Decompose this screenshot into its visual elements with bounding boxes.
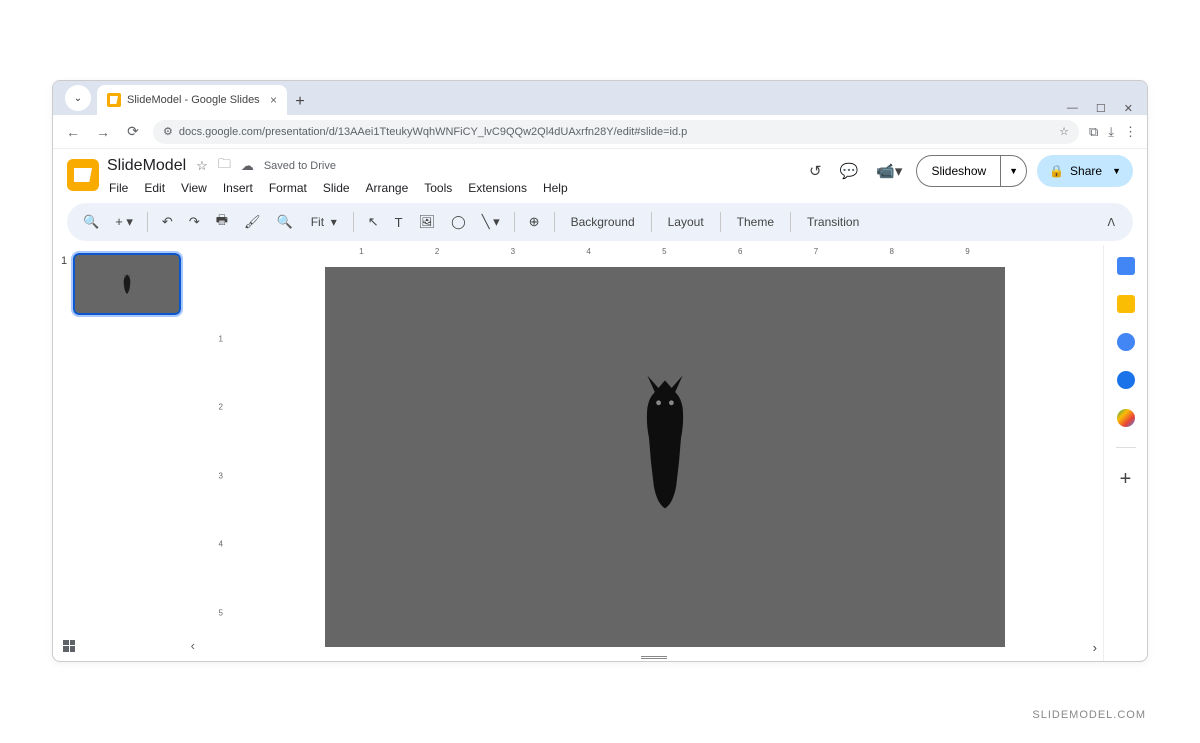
address-bar: ← → ⟳ ⚙ docs.google.com/presentation/d/1… [53,115,1147,149]
background-button[interactable]: Background [563,211,643,233]
prev-slide-icon[interactable]: ‹ [191,638,195,653]
menu-extensions[interactable]: Extensions [466,179,529,197]
slideshow-main[interactable]: Slideshow [917,156,1001,186]
move-icon[interactable]: 🗀 [218,155,231,177]
shape-tool[interactable]: ◯ [445,210,472,234]
slideshow-dropdown[interactable]: ▼ [1001,166,1026,176]
url-input[interactable]: ⚙ docs.google.com/presentation/d/13AAei1… [153,120,1079,144]
menu-slide[interactable]: Slide [321,179,352,197]
browser-menu-icon[interactable]: ⋮ [1124,124,1137,140]
back-button[interactable]: ← [63,124,83,140]
vertical-ruler[interactable]: 1 2 3 4 5 [205,263,235,643]
save-status: Saved to Drive [264,160,336,172]
add-on-icon[interactable]: + [1120,468,1132,491]
minimize-button[interactable]: — [1067,102,1078,115]
maps-icon[interactable] [1117,409,1135,427]
history-icon[interactable]: ↺ [805,158,826,184]
forward-button[interactable]: → [93,124,113,140]
close-tab-icon[interactable]: × [270,93,277,107]
redo-button[interactable]: ↷ [183,210,206,234]
window-controls: — ☐ ✕ [1067,102,1147,115]
layout-button[interactable]: Layout [660,211,712,233]
site-info-icon[interactable]: ⚙ [163,125,173,138]
comment-tool[interactable]: ⊕ [523,210,546,234]
side-panel: + [1103,245,1147,661]
thumbnail-item[interactable]: 1 [61,253,197,315]
share-button[interactable]: 🔒 Share ▼ [1037,155,1133,187]
watermark: SLIDEMODEL.COM [1032,709,1146,721]
menu-edit[interactable]: Edit [142,179,167,197]
grid-view-icon[interactable] [63,640,75,652]
tasks-icon[interactable] [1117,333,1135,351]
image-tool[interactable]: 🖼 [413,210,442,234]
downloads-icon[interactable]: ⤓ [1108,124,1114,140]
slide-number: 1 [61,253,67,315]
bookmark-star-icon[interactable]: ☆ [1059,125,1069,138]
contacts-icon[interactable] [1117,371,1135,389]
browser-tab[interactable]: SlideModel - Google Slides × [97,85,287,115]
slides-favicon [107,93,121,107]
speaker-notes-handle[interactable] [641,656,667,659]
url-text: docs.google.com/presentation/d/13AAei1Tt… [179,126,687,138]
menu-tools[interactable]: Tools [422,179,454,197]
print-button[interactable]: 🖶 [210,207,234,237]
paint-format-button[interactable]: 🖌 [238,210,267,234]
canvas-area: 1 2 3 4 5 6 7 8 9 1 2 3 4 5 [205,245,1103,661]
menu-help[interactable]: Help [541,179,570,197]
cat-image[interactable] [625,372,705,512]
collapse-toolbar-icon[interactable]: ᐱ [1099,212,1123,233]
extensions-icon[interactable]: ⧉ [1089,124,1098,140]
calendar-icon[interactable] [1117,257,1135,275]
meet-icon[interactable]: 📹▾ [872,158,906,184]
line-tool[interactable]: ╲ ▾ [476,210,506,234]
undo-button[interactable]: ↶ [156,210,179,234]
slides-logo-icon[interactable] [67,159,99,191]
workspace: 1 ‹ 1 2 3 4 5 6 7 8 [53,245,1147,661]
maximize-button[interactable]: ☐ [1096,102,1106,115]
menu-format[interactable]: Format [267,179,309,197]
comments-icon[interactable]: 💬 [836,158,863,184]
star-icon[interactable]: ☆ [196,158,208,174]
theme-button[interactable]: Theme [729,211,782,233]
next-slide-icon[interactable]: › [1093,640,1097,655]
share-dropdown[interactable]: ▼ [1112,166,1121,176]
slide-canvas[interactable] [325,267,1005,647]
toolbar: 🔍 + ▾ ↶ ↷ 🖶 🖌 🔍 Fit ▾ ↖ T 🖼 ◯ ╲ ▾ ⊕ Back… [67,203,1133,241]
browser-window: ⌄ SlideModel - Google Slides × + — ☐ ✕ ←… [52,80,1148,662]
menu-view[interactable]: View [179,179,209,197]
text-box-tool[interactable]: T [389,211,409,234]
new-slide-button[interactable]: + ▾ [109,210,139,234]
thumbnail-panel: 1 ‹ [53,245,205,661]
menu-file[interactable]: File [107,179,130,197]
cloud-icon[interactable]: ☁ [241,158,254,174]
select-tool[interactable]: ↖ [362,210,385,234]
zoom-level[interactable]: Fit ▾ [303,211,345,233]
close-window-button[interactable]: ✕ [1124,102,1133,115]
menu-arrange[interactable]: Arrange [364,179,411,197]
app-header: SlideModel ☆ 🗀 ☁ Saved to Drive File Edi… [53,149,1147,197]
slide-thumbnail[interactable] [73,253,181,315]
menu-insert[interactable]: Insert [221,179,255,197]
horizontal-ruler[interactable]: 1 2 3 4 5 6 7 8 9 [235,245,1077,263]
zoom-tool-icon[interactable]: 🔍 [271,210,299,234]
document-title[interactable]: SlideModel [107,157,186,175]
tab-title: SlideModel - Google Slides [127,94,260,106]
menu-bar: File Edit View Insert Format Slide Arran… [107,179,570,197]
search-tabs-button[interactable]: ⌄ [65,85,91,111]
transition-button[interactable]: Transition [799,211,867,233]
tab-strip: ⌄ SlideModel - Google Slides × + — ☐ ✕ [53,81,1147,115]
reload-button[interactable]: ⟳ [123,123,143,140]
new-tab-button[interactable]: + [287,89,313,115]
share-label: Share [1070,164,1102,178]
search-menus-icon[interactable]: 🔍 [77,210,105,234]
keep-icon[interactable] [1117,295,1135,313]
slideshow-button: Slideshow ▼ [916,155,1027,187]
lock-icon: 🔒 [1049,164,1064,178]
